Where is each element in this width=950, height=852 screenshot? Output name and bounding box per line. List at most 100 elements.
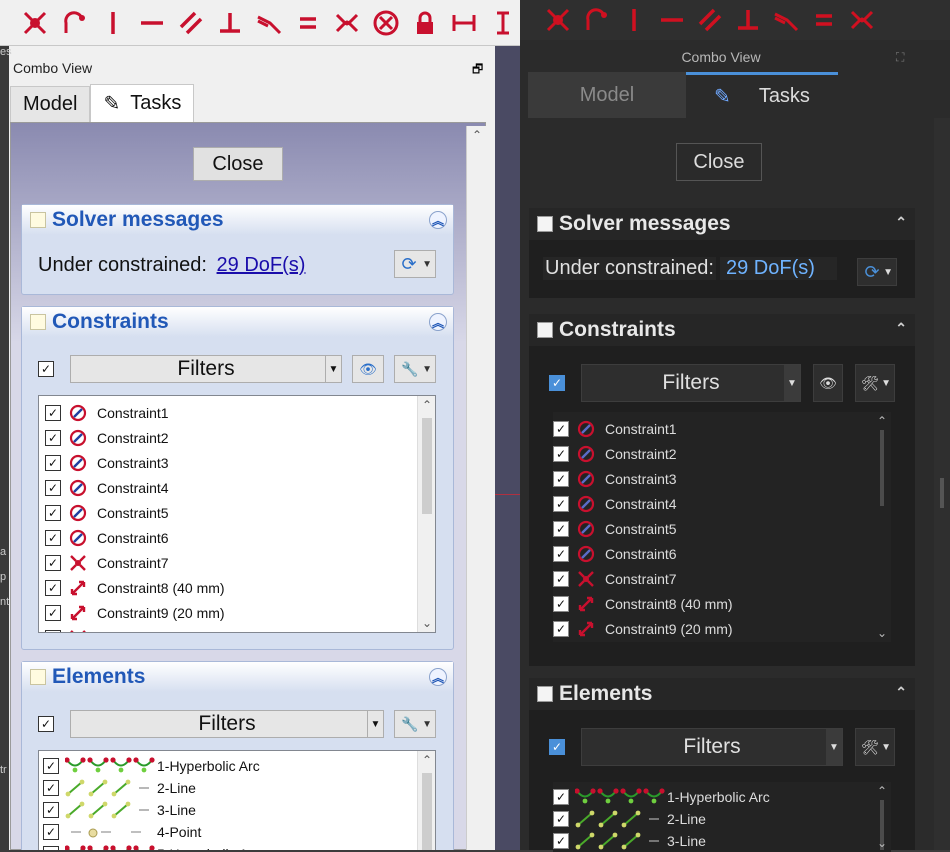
row-checkbox[interactable]: ✓ [45,604,61,621]
tab-tasks[interactable]: ✎ Tasks [90,84,195,122]
equal-icon[interactable] [290,5,325,41]
visibility-button[interactable]: 👁 [352,355,384,383]
constraint-row[interactable]: ✓ Constraint3 [553,466,891,491]
arc-icon[interactable] [57,5,92,41]
select-all-checkbox[interactable]: ✓ [38,716,54,732]
horizontal-line-icon[interactable] [654,4,690,36]
element-row[interactable]: ✓ 4-Point [39,821,435,843]
solver-messages-header[interactable]: Solver messages ⌃ [529,208,915,240]
horizontal-distance-icon[interactable] [446,5,481,41]
tab-tasks[interactable]: ✎ Tasks [686,72,838,118]
row-checkbox[interactable]: ✓ [45,629,61,632]
list-scrollbar[interactable]: ⌃⌄ [873,782,891,852]
row-checkbox[interactable]: ✓ [553,470,569,487]
scroll-thumb[interactable] [880,430,884,506]
scroll-thumb[interactable] [422,773,432,850]
solver-messages-header[interactable]: Solver messages ︽ [22,205,453,235]
collapse-icon[interactable]: ⌃ [895,684,907,701]
symmetric-icon[interactable] [844,4,880,36]
element-row[interactable]: ✓ 3-Line [39,799,435,821]
vertical-line-icon[interactable] [616,4,652,36]
scroll-down-arrow-icon[interactable]: ⌄ [418,616,435,630]
filters-dropdown[interactable]: Filters ▼ [70,355,342,383]
list-scrollbar[interactable]: ⌃⌄ [417,396,435,632]
scroll-down-arrow-icon[interactable]: ⌄ [873,836,891,850]
elements-list[interactable]: ✓ 1-Hyperbolic Arc ✓ 2-Line ✓ 3-Line ⌃ ⌄ [553,782,891,852]
row-checkbox[interactable]: ✓ [45,479,61,496]
constraint-row[interactable]: ✓ Constraint7 [39,550,435,575]
constraint-row[interactable]: ✓ Constraint9 (20 mm) [553,616,891,641]
filters-dropdown[interactable]: Filters ▼ [581,364,801,402]
auto-update-button[interactable]: ⟳ ▼ [857,258,897,286]
visibility-button[interactable]: 👁 [813,364,843,402]
constraints-header[interactable]: Constraints ︽ [22,307,453,337]
element-row[interactable]: ✓ 3-Line [553,830,891,852]
collapse-icon[interactable]: ︽ [429,211,447,229]
row-checkbox[interactable]: ✓ [553,620,569,637]
tasks-scrollbar[interactable]: ⌃ [466,126,486,850]
constraint-row[interactable]: ✓ Constraint4 [553,491,891,516]
constraint-row[interactable]: ✓ Constraint2 [553,441,891,466]
row-checkbox[interactable]: ✓ [553,445,569,462]
splitter-handle[interactable] [940,478,944,508]
row-checkbox[interactable]: ✓ [553,420,569,437]
tab-model[interactable]: Model [528,72,686,118]
row-checkbox[interactable]: ✓ [553,570,569,587]
element-row[interactable]: ✓ 1-Hyperbolic Arc [553,786,891,808]
constraint-row[interactable]: ✓ Constraint9 (20 mm) [39,600,435,625]
constraint-row[interactable]: ✓ Constraint6 [39,525,435,550]
row-checkbox[interactable]: ✓ [45,529,61,546]
row-checkbox[interactable]: ✓ [45,454,61,471]
lock-icon[interactable] [407,5,442,41]
row-checkbox[interactable]: ✓ [43,846,59,850]
filters-dropdown[interactable]: Filters ▼ [581,728,843,766]
elements-header[interactable]: Elements ︽ [22,662,453,692]
elements-header[interactable]: Elements ⌃ [529,678,915,710]
row-checkbox[interactable]: ✓ [553,595,569,612]
row-checkbox[interactable]: ✓ [553,495,569,512]
constraint-row[interactable]: ✓ Constraint8 (40 mm) [39,575,435,600]
row-checkbox[interactable]: ✓ [43,780,59,796]
constraint-row[interactable]: ✓ Constraint5 [553,516,891,541]
row-checkbox[interactable]: ✓ [45,429,61,446]
row-checkbox[interactable]: ✓ [553,520,569,537]
row-checkbox[interactable]: ✓ [43,802,59,818]
constraints-list[interactable]: ✓ Constraint1 ✓ Constraint2 ✓ Constraint3 ✓ Con… [38,395,436,633]
constraint-row[interactable]: ✓ Constraint4 [39,475,435,500]
scroll-down-arrow-icon[interactable]: ⌄ [873,626,891,640]
symmetric-icon[interactable] [329,5,364,41]
settings-button[interactable]: 🔧 ▼ [394,710,436,738]
row-checkbox[interactable]: ✓ [553,789,569,805]
scroll-up-arrow-icon[interactable]: ⌃ [418,398,435,412]
close-button[interactable]: Close [193,147,283,181]
row-checkbox[interactable]: ✓ [45,579,61,596]
element-row[interactable]: ✓ 5-Hyperbolic Arc [39,843,435,850]
element-row[interactable]: ✓ 2-Line [39,777,435,799]
row-checkbox[interactable]: ✓ [45,504,61,521]
row-checkbox[interactable]: ✓ [553,833,569,849]
select-all-checkbox[interactable]: ✓ [38,361,54,377]
row-checkbox[interactable]: ✓ [553,811,569,827]
row-checkbox[interactable]: ✓ [553,545,569,562]
constraint-row[interactable]: ✓ Constraint3 [39,450,435,475]
dof-link[interactable]: 29 DoF(s) [217,254,306,276]
dof-link[interactable]: 29 DoF(s) [719,257,837,280]
auto-update-button[interactable]: ⟳ ▼ [394,250,436,278]
settings-button[interactable]: 🛠 ▼ [855,364,895,402]
3d-viewport-strip[interactable] [495,46,520,850]
vertical-distance-icon[interactable] [485,5,520,41]
elements-list[interactable]: ✓1-Hyperbolic Arc✓2-Line✓3-Line✓4-Point✓… [38,750,436,850]
row-checkbox[interactable]: ✓ [45,554,61,571]
constraint-row[interactable]: ✓ Constraint10 [39,625,435,632]
list-scrollbar[interactable]: ⌃⌄ [873,412,891,642]
collapse-icon[interactable]: ︽ [429,668,447,686]
scroll-up-arrow-icon[interactable]: ⌃ [873,784,891,798]
block-icon[interactable] [368,5,403,41]
constraint-row[interactable]: ✓ Constraint1 [39,400,435,425]
collapse-icon[interactable]: ⌃ [895,320,907,337]
list-scrollbar[interactable]: ⌃⌄ [417,751,435,850]
point-icon[interactable] [18,5,53,41]
parallel-icon[interactable] [692,4,728,36]
tangent-icon[interactable] [252,5,287,41]
scroll-up-arrow-icon[interactable]: ⌃ [873,414,891,428]
